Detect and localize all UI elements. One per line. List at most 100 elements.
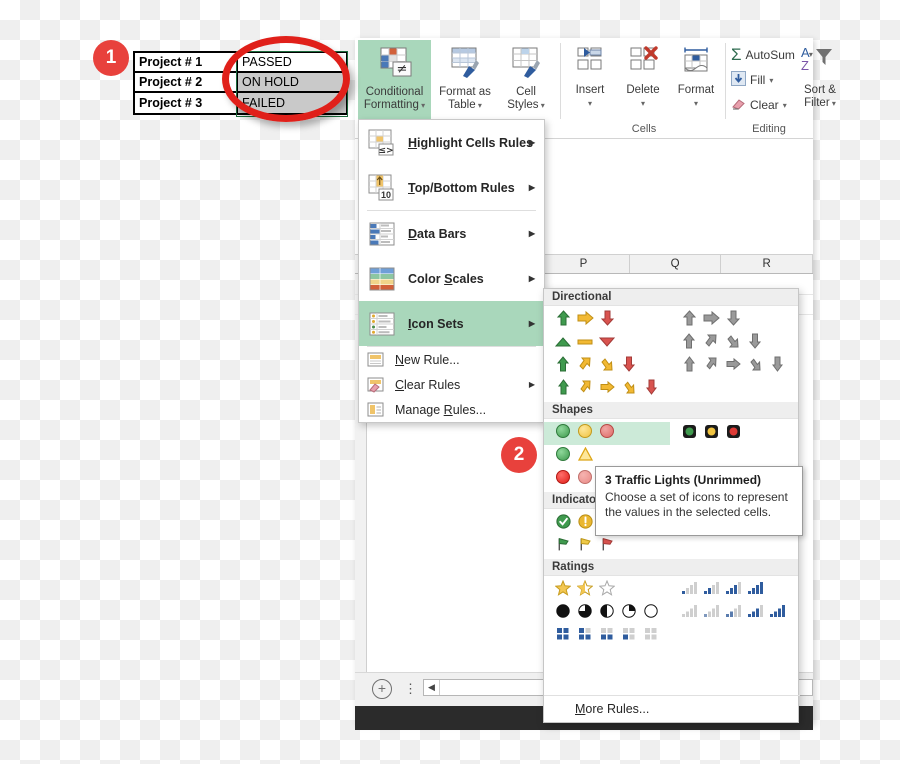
boxes-0-icon [640,627,662,646]
up-arrow-gray-icon [678,333,700,354]
svg-text:Z: Z [801,58,809,73]
menu-item-color-scales[interactable]: Color Scales ▶ [359,256,544,301]
chevron-down-icon[interactable]: ▾ [476,101,482,110]
chevron-down-icon[interactable]: ▾ [419,101,425,110]
down-arrow-red-icon [618,356,640,377]
color-scales-icon [367,264,397,294]
menu-label: New Rule... [395,352,460,367]
menu-item-icon-sets[interactable]: Icon Sets ▶ [359,301,544,346]
clear-label: Clear [750,98,779,112]
iconset-3-stars[interactable] [544,579,670,602]
menu-item-clear-rules[interactable]: Clear Rules ▶ [359,372,544,397]
iconset-5-quarters[interactable] [544,602,670,625]
column-header-p[interactable]: P [538,255,630,273]
cell-styles-label-line2: Styles [507,99,539,111]
menu-item-data-bars[interactable]: Data Bars ▶ [359,211,544,256]
more-rules-button[interactable]: More Rules... [544,695,800,722]
iconset-3-triangles[interactable] [544,332,670,355]
chevron-right-icon: ▶ [528,138,535,147]
callout-badge-2: 2 [501,437,537,473]
iconset-3-arrows-colored[interactable] [544,309,670,332]
svg-text:≠: ≠ [396,62,407,77]
project-name-cell: Project # 3 [135,93,238,113]
section-header-directional: Directional [544,289,798,306]
iconset-3-signs[interactable] [544,445,670,468]
sort-and-filter-button[interactable]: A Z Sort & Filter ▾ [795,44,845,110]
menu-item-highlight-cells-rules[interactable]: ≤> Highlight Cells Rules ▶ [359,120,544,165]
eraser-icon [731,96,746,114]
insert-label: Insert [575,84,605,96]
svg-text:≤>: ≤> [378,146,393,156]
clear-button[interactable]: Clear ▾ [731,96,787,114]
delete-cells-button[interactable]: Delete ▾ [617,40,669,110]
down-right-arrow-yellow-icon [596,356,618,377]
iconset-4-arrows-gray[interactable] [670,332,796,355]
callout-badge-1: 1 [93,40,129,76]
signal-bars-0-icon [678,604,700,623]
column-header-q[interactable]: Q [630,255,722,273]
up-right-arrow-yellow-icon [574,379,596,400]
iconset-5-boxes[interactable] [544,625,670,648]
menu-label: Color Scales [408,271,484,286]
format-as-table-button[interactable]: Format as Table ▾ [433,40,497,112]
conditional-formatting-label-line1: Conditional [365,86,424,98]
signal-bars-2-icon [700,581,722,600]
chevron-down-icon[interactable]: ▾ [830,99,836,108]
iconset-5-arrows-gray[interactable] [670,355,796,378]
fill-button[interactable]: Fill ▾ [731,71,773,89]
insert-cells-button[interactable]: Insert ▾ [565,40,615,110]
chevron-down-icon[interactable]: ▾ [539,101,545,110]
format-cells-icon [670,46,722,82]
tooltip-title: 3 Traffic Lights (Unrimmed) [605,473,762,487]
signal-bars-4-icon [744,581,766,600]
green-flag-icon [552,536,574,557]
iconset-4-ratings-bars[interactable] [670,579,796,602]
sort-filter-label-line2: Filter [804,97,830,109]
up-right-arrow-yellow-icon [574,356,596,377]
insert-cells-icon [565,46,615,82]
format-as-table-icon [433,46,497,84]
zoom-in-icon[interactable]: + [372,679,392,699]
group-separator [560,43,561,119]
iconset-3-traffic-lights-rimmed[interactable] [670,422,796,445]
boxes-1-icon [618,627,640,646]
iconset-3-traffic-lights-unrimmed[interactable] [544,422,670,445]
menu-item-new-rule[interactable]: New Rule... [359,347,544,372]
up-arrow-green-icon [552,310,574,331]
scroll-left-icon[interactable]: ◀ [424,680,440,695]
iconset-3-arrows-gray[interactable] [670,309,796,332]
delete-label: Delete [626,84,660,96]
iconset-5-ratings-bars[interactable] [670,602,796,625]
iconset-3-flags[interactable] [544,535,670,558]
menu-label: Icon Sets [408,316,464,331]
format-as-table-label-line2: Table [448,99,476,111]
circle-empty-icon [640,604,662,623]
menu-item-top-bottom-rules[interactable]: 10 Top/Bottom Rules ▶ [359,165,544,210]
ratings-sets [544,576,798,649]
column-header-r[interactable]: R [721,255,813,273]
up-right-arrow-gray-icon [700,356,722,377]
more-options-icon[interactable]: ⋮ [404,681,417,697]
iconset-4-arrows-colored[interactable] [544,355,670,378]
up-triangle-green-icon [552,335,574,353]
chevron-down-icon[interactable]: ▾ [769,76,773,85]
cell-styles-icon [499,46,553,84]
chevron-down-icon[interactable]: ▾ [694,99,698,108]
iconset-5-arrows-colored[interactable] [544,378,670,401]
down-right-arrow-yellow-icon [618,379,640,400]
down-arrow-gray-icon [722,310,744,331]
up-arrow-gray-icon [678,356,700,377]
menu-item-manage-rules[interactable]: Manage Rules... [359,397,544,422]
down-arrow-red-icon [640,379,662,400]
chevron-down-icon[interactable]: ▾ [783,101,787,110]
up-right-arrow-gray-icon [700,333,722,354]
yellow-exclamation-circle-icon [574,513,596,534]
chevron-down-icon[interactable]: ▾ [588,99,592,108]
format-cells-button[interactable]: Format ▾ [670,40,722,110]
up-arrow-gray-icon [678,310,700,331]
directional-sets [544,306,798,402]
sigma-icon: Σ [731,45,742,64]
chevron-down-icon[interactable]: ▾ [641,99,645,108]
cell-styles-button[interactable]: Cell Styles ▾ [499,40,553,112]
green-circle-icon [552,447,574,466]
